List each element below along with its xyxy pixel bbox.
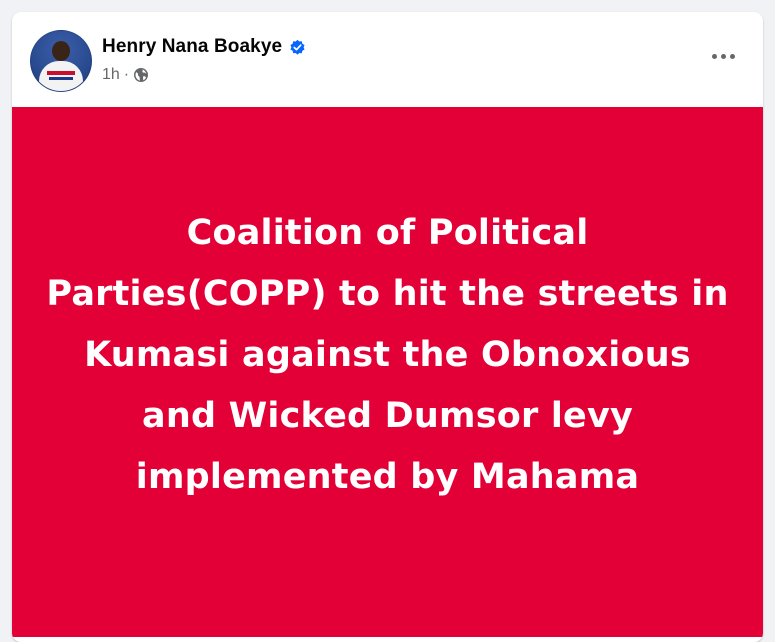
post-timestamp[interactable]: 1h: [102, 66, 120, 84]
author-line: Henry Nana Boakye: [102, 36, 306, 58]
avatar-shirt-stripe: [47, 71, 75, 75]
more-options-icon-dot: [729, 53, 735, 59]
more-options-icon: [711, 53, 717, 59]
post-header: Henry Nana Boakye 1h ·: [12, 12, 763, 107]
avatar-face: [52, 41, 70, 61]
globe-icon[interactable]: [133, 67, 149, 83]
meta-separator: ·: [123, 66, 130, 83]
verified-badge-icon: [289, 39, 306, 56]
post-card: Henry Nana Boakye 1h · Coalition of Poli…: [12, 12, 763, 642]
author-name[interactable]: Henry Nana Boakye: [102, 36, 282, 58]
post-meta: 1h ·: [102, 66, 149, 84]
author-avatar[interactable]: [30, 30, 92, 92]
avatar-shirt-stripe-blue: [49, 77, 73, 80]
post-image[interactable]: Coalition of Political Parties(COPP) to …: [12, 107, 763, 637]
more-options-icon-dot: [720, 53, 726, 59]
more-options-button[interactable]: [705, 44, 741, 68]
post-image-text: Coalition of Political Parties(COPP) to …: [46, 212, 729, 497]
